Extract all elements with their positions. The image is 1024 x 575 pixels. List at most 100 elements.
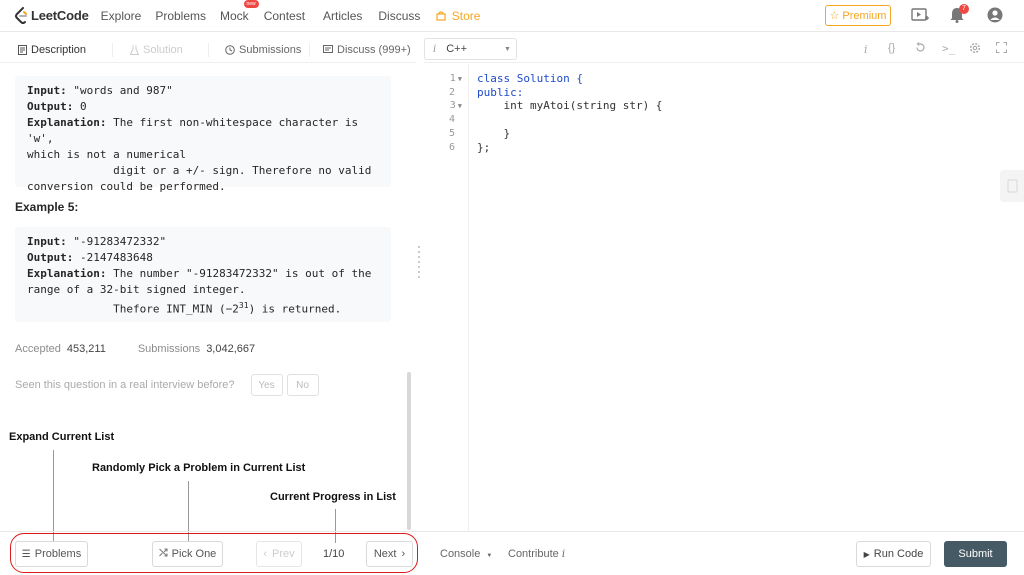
fold-arrow-icon: ▼ <box>457 102 462 110</box>
nav-problems[interactable]: Problems <box>155 9 206 23</box>
accepted-label: Accepted <box>15 343 61 355</box>
example-4-explanation: Explanation: The first non-whitespace ch… <box>27 116 359 145</box>
run-code-button[interactable]: ▶ Run Code <box>856 541 931 567</box>
line-number-gutter: 1 ▼ 2 3 ▼ 4 5 6 <box>424 64 469 531</box>
example-5-explanation-line: range of a 32-bit signed integer. <box>27 283 246 296</box>
notification-bell-icon[interactable]: 7 <box>950 4 969 26</box>
nav-mock[interactable]: Mock new <box>220 0 259 23</box>
code-line: }; <box>477 141 491 154</box>
code-editor[interactable]: 1 ▼ 2 3 ▼ 4 5 6 class Solution { public: i… <box>424 64 1024 531</box>
tab-description[interactable]: Description <box>0 37 112 63</box>
info-icon: i <box>561 549 566 560</box>
accepted-value: 453,211 <box>66 343 106 355</box>
yes-button[interactable]: Yes <box>250 374 283 396</box>
example-4-explanation-line: conversion could be performed. <box>27 180 226 193</box>
leetcode-logo[interactable]: LeetCode <box>14 6 89 25</box>
nav-explore[interactable]: Explore <box>101 9 142 23</box>
logo-text: LeetCode <box>31 8 89 23</box>
reset-icon[interactable] <box>915 42 926 56</box>
nav-store[interactable]: Store <box>436 9 480 23</box>
problems-list-button[interactable]: ☰ Problems <box>15 541 88 567</box>
panel-resize-handle[interactable] <box>418 246 420 281</box>
chevron-right-icon: › <box>401 548 406 560</box>
clipboard-icon <box>1007 179 1018 193</box>
language-value: C++ <box>446 43 467 55</box>
example-5-title: Example 5: <box>15 200 79 214</box>
description-scrollbar[interactable] <box>407 372 411 530</box>
example-5-explanation: Explanation: The number "-91283472332" i… <box>27 267 372 280</box>
nav-store-label: Store <box>451 8 481 23</box>
caret-down-icon: ▼ <box>486 553 493 559</box>
tab-submissions[interactable]: Submissions <box>209 37 309 63</box>
example-4-output: Output: 0 <box>27 100 87 113</box>
premium-label: Premium <box>842 9 887 22</box>
annotation-pointer-line <box>53 450 54 542</box>
description-panel: Input: "words and 987" Output: 0 Explana… <box>0 64 407 530</box>
notification-count-badge: 7 <box>959 4 969 14</box>
no-button[interactable]: No <box>286 374 319 396</box>
next-label: Next <box>373 548 397 560</box>
discuss-icon <box>323 44 333 53</box>
problem-tabs: Description Solution Submissions Discuss… <box>0 37 416 63</box>
side-panel-toggle[interactable] <box>1000 170 1024 202</box>
info-icon[interactable]: i <box>864 43 868 56</box>
example-5-box: Input: "-91283472332" Output: -214748364… <box>15 227 391 322</box>
interview-question-row: Seen this question in a real interview b… <box>15 373 405 397</box>
console-toggle[interactable]: Console ▼ <box>440 548 492 560</box>
language-select[interactable]: i C++ ▼ <box>424 38 517 60</box>
prev-label: Prev <box>272 548 295 560</box>
line-number: 2 <box>448 87 455 98</box>
next-button[interactable]: Next › <box>366 541 413 567</box>
contribute-label: Contribute <box>508 548 559 560</box>
code-line: public: <box>477 86 524 99</box>
example-5-output: Output: -2147483648 <box>27 251 153 264</box>
problems-button-label: Problems <box>34 548 82 560</box>
chevron-left-icon: ‹ <box>263 548 268 560</box>
submissions-value: 3,042,667 <box>206 343 256 355</box>
interview-question-text: Seen this question in a real interview b… <box>15 379 235 391</box>
line-number: 4 <box>448 114 455 125</box>
nav-discuss[interactable]: Discuss <box>378 9 420 23</box>
list-icon: ☰ <box>21 548 31 560</box>
description-icon <box>18 44 27 55</box>
example-4-input: Input: "words and 987" <box>27 84 173 97</box>
submit-button[interactable]: Submit <box>944 541 1007 567</box>
clock-icon <box>225 44 235 55</box>
tab-solution-label: Solution <box>143 43 183 56</box>
code-line: int myAtoi(string str) { <box>477 99 663 112</box>
premium-button[interactable]: ☆ Premium <box>825 5 891 26</box>
pick-one-button[interactable]: Pick One <box>152 541 223 567</box>
line-number: 6 <box>448 142 455 153</box>
fullscreen-icon[interactable] <box>995 41 1008 56</box>
gear-icon[interactable] <box>969 42 981 57</box>
tab-discuss-label: Discuss (999+) <box>337 43 411 56</box>
fold-arrow-icon: ▼ <box>457 75 462 83</box>
info-icon: i <box>433 43 437 55</box>
list-progress: 1/10 <box>323 548 345 560</box>
tab-solution[interactable]: Solution <box>113 37 208 63</box>
shuffle-icon <box>158 548 168 560</box>
example-4-explanation-line: digit or a +/- sign. Therefore no valid <box>27 164 372 177</box>
terminal-icon[interactable]: >_ <box>942 42 955 55</box>
line-number: 5 <box>448 128 455 139</box>
user-avatar-icon[interactable] <box>987 7 1003 26</box>
nav-contest[interactable]: Contest <box>264 9 305 23</box>
play-icon: ▶ <box>863 549 870 559</box>
line-number: 1 ▼ <box>449 73 462 84</box>
playground-icon[interactable] <box>911 7 929 26</box>
run-code-label: Run Code <box>873 548 924 560</box>
tab-discuss[interactable]: Discuss (999+) <box>310 37 411 63</box>
tab-submissions-label: Submissions <box>239 43 302 56</box>
line-number: 3 ▼ <box>449 100 462 111</box>
store-icon <box>436 9 451 23</box>
prev-button[interactable]: ‹ Prev <box>256 541 302 567</box>
leetcode-logo-icon <box>14 6 28 25</box>
nav-articles[interactable]: Articles <box>323 9 362 23</box>
pick-one-label: Pick One <box>171 548 217 560</box>
tab-description-label: Description <box>31 43 87 56</box>
braces-icon[interactable]: {} <box>888 42 895 54</box>
code-line: } <box>477 127 511 140</box>
contribute-link[interactable]: Contribute i <box>508 548 565 560</box>
example-4-box: Input: "words and 987" Output: 0 Explana… <box>15 76 391 193</box>
chevron-down-icon: ▼ <box>504 45 511 53</box>
